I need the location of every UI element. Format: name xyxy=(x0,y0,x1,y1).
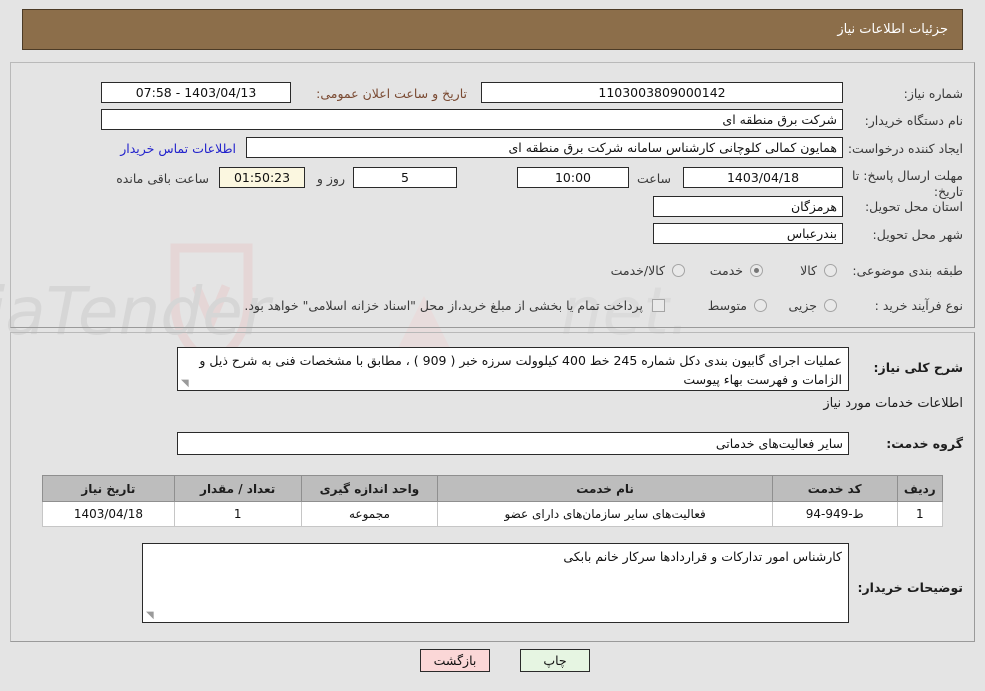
resize-grip-icon-notes[interactable]: ◥ xyxy=(146,611,154,621)
resize-grip-icon[interactable]: ◥ xyxy=(181,379,189,389)
table-row[interactable]: 1 ط-949-94 فعالیت‌های سایر سازمان‌های دا… xyxy=(42,501,944,527)
col-row: ردیف xyxy=(896,475,944,502)
deadline-hour-label: ساعت xyxy=(636,171,671,186)
radio-process-motavasset[interactable] xyxy=(754,299,767,312)
cell-unit: مجموعه xyxy=(300,501,439,527)
buyer-contact-link[interactable]: اطلاعات تماس خریدار xyxy=(120,141,236,156)
cell-name: فعالیت‌های سایر سازمان‌های دارای عضو xyxy=(437,501,773,527)
general-description-value[interactable]: عملیات اجرای گابیون بندی دکل شماره 245 خ… xyxy=(177,347,849,391)
public-announce-label: تاریخ و ساعت اعلان عمومی: xyxy=(316,86,467,101)
col-unit: واحد اندازه گیری xyxy=(300,475,439,502)
creator-label: ایجاد کننده درخواست: xyxy=(847,141,963,156)
treasury-note-checkbox[interactable] xyxy=(652,299,665,312)
col-name: نام خدمت xyxy=(437,475,773,502)
general-description-text: عملیات اجرای گابیون بندی دکل شماره 245 خ… xyxy=(199,353,842,387)
col-date: تاریخ نیاز xyxy=(42,475,175,502)
buyer-notes-label: توضیحات خریدار: xyxy=(857,580,963,595)
col-qty: تعداد / مقدار xyxy=(173,475,302,502)
cell-row: 1 xyxy=(896,501,944,527)
back-button[interactable]: بازگشت xyxy=(420,649,490,672)
general-description-label: شرح کلی نیاز: xyxy=(873,360,963,375)
buyer-org-value: شرکت برق منطقه ای xyxy=(101,109,843,130)
page-title: جزئیات اطلاعات نیاز xyxy=(22,9,963,50)
treasury-note-label: پرداخت تمام یا بخشی از مبلغ خرید،از محل … xyxy=(244,298,643,313)
radio-classification-kala-khedmat[interactable] xyxy=(672,264,685,277)
cell-date: 1403/04/18 xyxy=(42,501,175,527)
buyer-org-label: نام دستگاه خریدار: xyxy=(864,113,963,128)
services-table: ردیف کد خدمت نام خدمت واحد اندازه گیری ت… xyxy=(42,475,944,527)
days-remaining-value: 5 xyxy=(353,167,457,188)
cell-code: ط-949-94 xyxy=(771,501,898,527)
province-label: استان محل تحویل: xyxy=(864,199,963,214)
city-value: بندرعباس xyxy=(653,223,843,244)
radio-process-jozei-label: جزیی xyxy=(788,298,817,313)
buyer-notes-value[interactable]: کارشناس امور تدارکات و قراردادها سرکار خ… xyxy=(142,543,849,623)
radio-classification-khedmat[interactable] xyxy=(750,264,763,277)
table-header-row: ردیف کد خدمت نام خدمت واحد اندازه گیری ت… xyxy=(42,475,944,502)
page-title-text: جزئیات اطلاعات نیاز xyxy=(837,22,948,37)
days-remaining-label: روز و xyxy=(316,171,345,186)
col-code: کد خدمت xyxy=(771,475,898,502)
classification-label: طبقه بندی موضوعی: xyxy=(852,263,963,278)
need-number-value: 1103003809000142 xyxy=(481,82,843,103)
service-group-label: گروه خدمت: xyxy=(886,436,963,451)
radio-classification-kala-label: کالا xyxy=(800,263,817,278)
need-details-page: AriaTender .net جزئیات اطلاعات نیاز شمار… xyxy=(0,0,985,691)
print-button[interactable]: چاپ xyxy=(520,649,590,672)
radio-classification-khedmat-label: خدمت xyxy=(709,263,743,278)
deadline-label: مهلت ارسال پاسخ: تا تاریخ: xyxy=(852,168,963,199)
cell-qty: 1 xyxy=(173,501,302,527)
countdown-label: ساعت باقی مانده xyxy=(116,171,209,186)
radio-process-motavasset-label: متوسط xyxy=(707,298,747,313)
radio-classification-kala-khedmat-label: کالا/خدمت xyxy=(610,263,665,278)
radio-process-jozei[interactable] xyxy=(824,299,837,312)
radio-classification-kala[interactable] xyxy=(824,264,837,277)
countdown-value: 01:50:23 xyxy=(219,167,305,188)
buyer-notes-text: کارشناس امور تدارکات و قراردادها سرکار خ… xyxy=(563,549,842,564)
city-label: شهر محل تحویل: xyxy=(872,227,963,242)
service-group-value: سایر فعالیت‌های خدماتی xyxy=(177,432,849,455)
deadline-date-value: 1403/04/18 xyxy=(683,167,843,188)
deadline-time-value: 10:00 xyxy=(517,167,629,188)
need-number-label: شماره نیاز: xyxy=(903,86,963,101)
province-value: هرمزگان xyxy=(653,196,843,217)
creator-value: همایون کمالی کلوچانی کارشناس سامانه شرکت… xyxy=(246,137,843,158)
public-announce-value: 1403/04/13 - 07:58 xyxy=(101,82,291,103)
services-heading: اطلاعات خدمات مورد نیاز xyxy=(823,396,963,411)
process-label: نوع فرآیند خرید : xyxy=(874,298,963,313)
